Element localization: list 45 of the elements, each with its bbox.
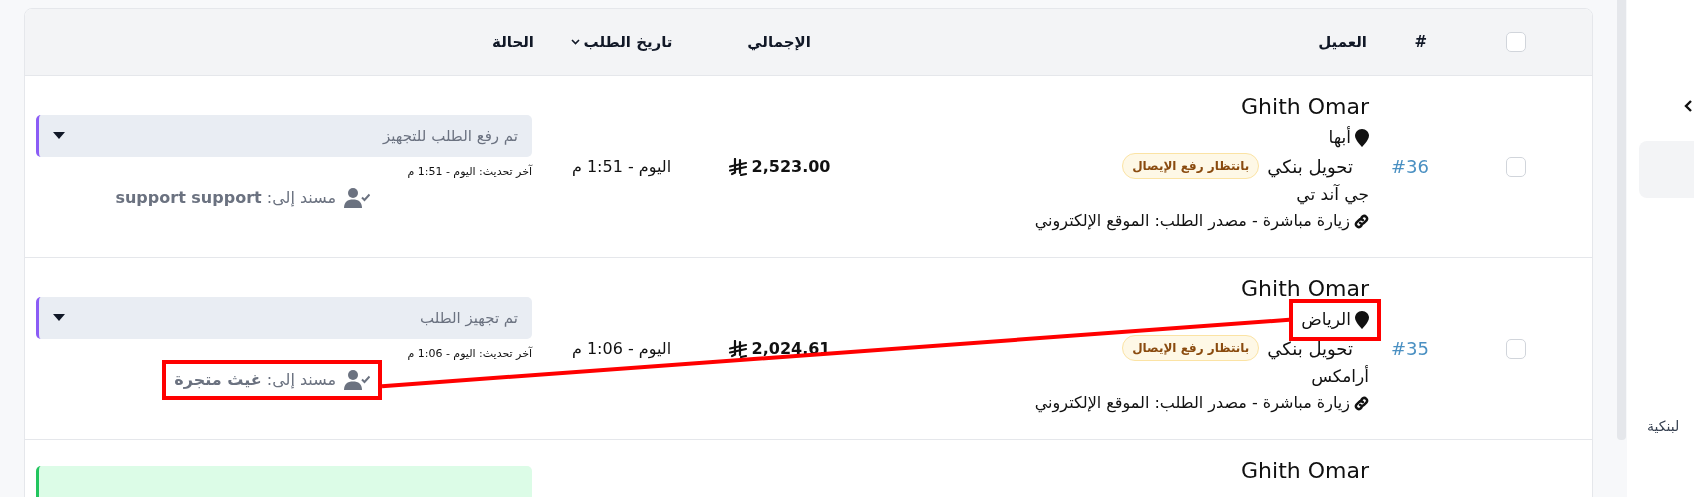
checkbox[interactable] xyxy=(1505,32,1526,52)
customer-name: Ghith Omar xyxy=(1241,457,1369,485)
order-source: زيارة مباشرة - مصدر الطلب: الموقع الإلكتروني xyxy=(1034,392,1350,415)
shipping-company: جي آند تي xyxy=(1296,182,1369,207)
user-check-icon xyxy=(344,188,370,209)
payment-status-badge: بانتظار رفع الإيصال xyxy=(1122,335,1260,361)
status-dropdown[interactable]: تم تجهيز الطلب xyxy=(36,296,532,339)
order-number-link[interactable]: #36 xyxy=(1391,156,1429,177)
status-dropdown[interactable] xyxy=(36,466,532,497)
order-total: 2,024.61 xyxy=(751,337,831,360)
order-source: زيارة مباشرة - مصدر الطلب: الموقع الإلكتروني xyxy=(1034,210,1350,233)
checkbox[interactable] xyxy=(1505,156,1526,177)
caret-icon xyxy=(53,132,65,140)
city-text: الرياض xyxy=(1301,308,1351,331)
customer-name: Ghith Omar xyxy=(1241,93,1369,121)
city-text: أبها xyxy=(1328,125,1351,150)
assigned-to-text: مسند إلى: غيث متجرة xyxy=(174,369,336,392)
payment-method: تحويل بنكي xyxy=(1267,154,1353,180)
column-header: الحالة xyxy=(492,31,534,53)
column-header: # xyxy=(1414,31,1427,53)
payment-method: تحويل بنكي xyxy=(1267,336,1353,362)
shipping-company: أرامكس xyxy=(1311,364,1369,388)
checkbox[interactable] xyxy=(1505,338,1526,359)
order-date: اليوم - 1:06 م xyxy=(571,337,672,361)
column-header: الإجمالي xyxy=(747,31,811,53)
last-update-text: آخر تحديث: اليوم - 1:06 م xyxy=(407,345,532,362)
customer-name: Ghith Omar xyxy=(1241,275,1369,303)
link-icon xyxy=(1354,213,1369,229)
payment-status-badge: بانتظار رفع الإيصال xyxy=(1122,153,1260,179)
sort-header[interactable]: تاريخ الطلب xyxy=(583,30,673,54)
chevron-left-icon xyxy=(1684,100,1692,112)
order-date: اليوم - 1:51 م xyxy=(571,155,672,179)
location-pin-icon xyxy=(1355,310,1369,329)
last-update-text: آخر تحديث: اليوم - 1:51 م xyxy=(407,163,532,180)
order-number-link[interactable]: #35 xyxy=(1391,338,1429,359)
caret-icon xyxy=(53,314,65,322)
column-header: العميل xyxy=(1318,31,1367,53)
riyal-currency-icon xyxy=(727,157,748,176)
location-pin-icon xyxy=(1355,128,1369,147)
user-check-icon xyxy=(344,370,370,391)
order-total: 2,523.00 xyxy=(751,155,831,178)
link-icon xyxy=(1354,395,1369,411)
status-dropdown[interactable]: تم رفع الطلب للتجهيز xyxy=(36,114,532,157)
riyal-currency-icon xyxy=(727,339,748,358)
scrollbar-thumb[interactable] xyxy=(1617,0,1626,440)
